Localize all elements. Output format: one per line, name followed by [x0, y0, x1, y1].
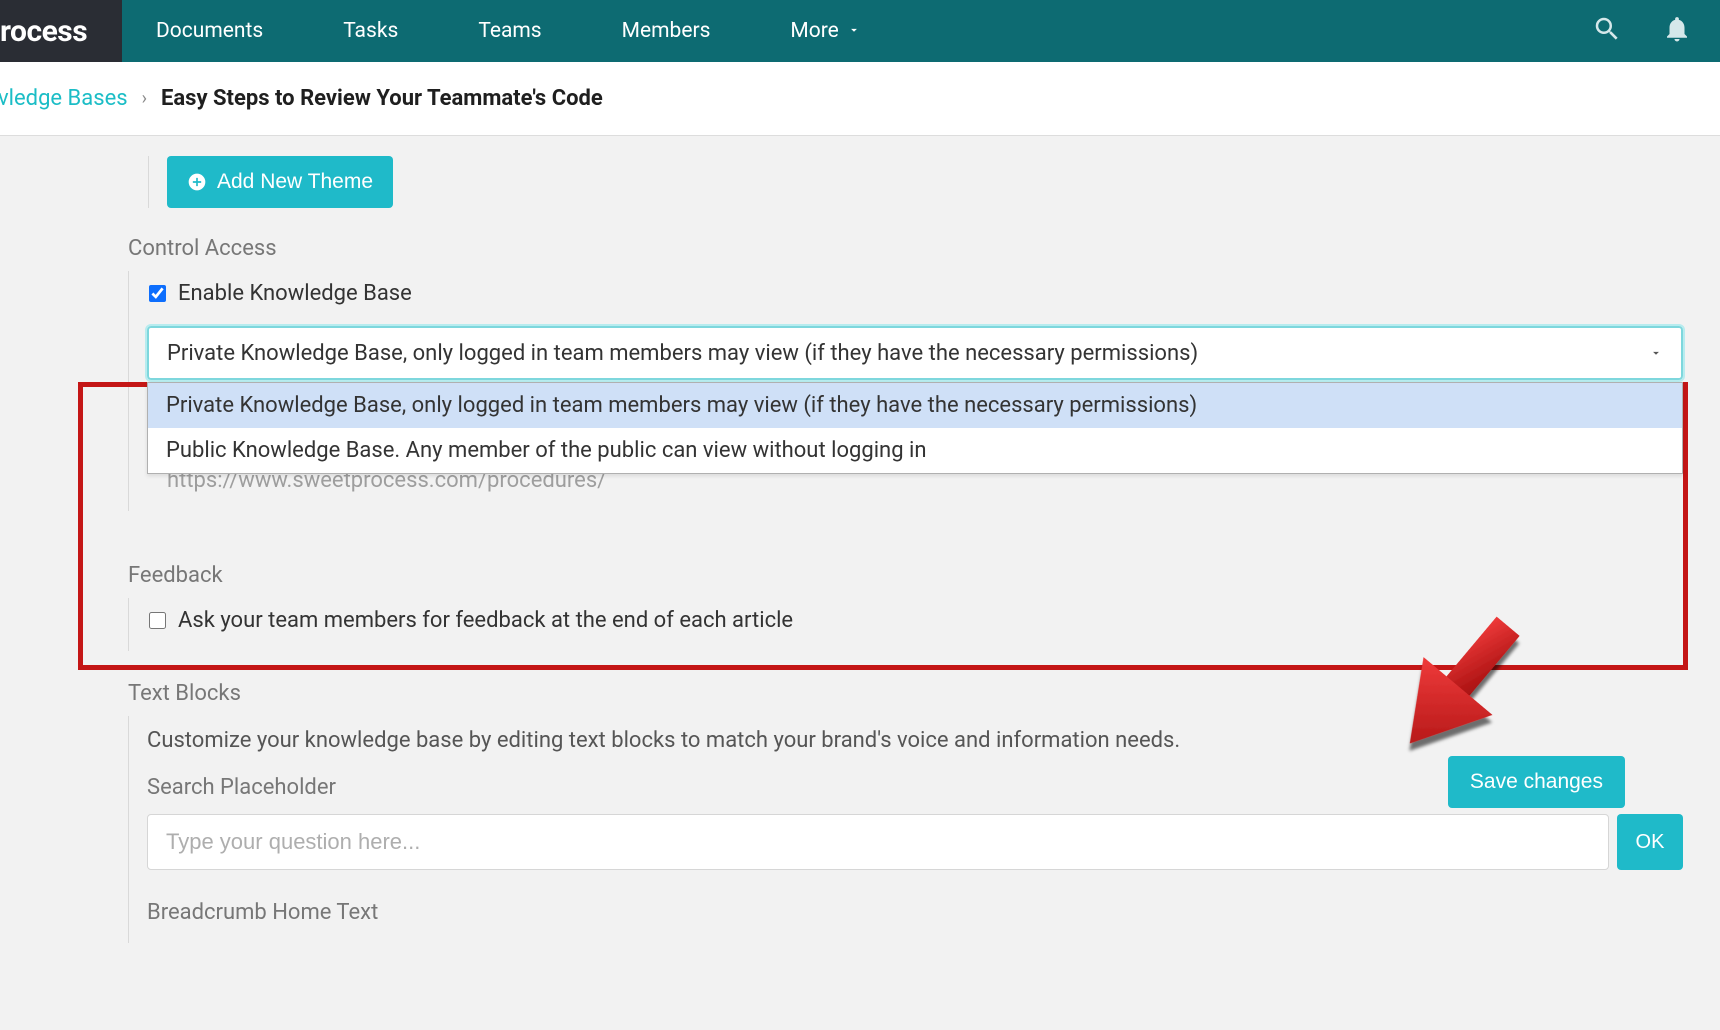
plus-circle-icon — [187, 172, 207, 192]
nav-items: Documents Tasks Teams Members More — [156, 19, 861, 43]
top-navigation: rocess Documents Tasks Teams Members Mor… — [0, 0, 1720, 62]
breadcrumb-current: Easy Steps to Review Your Teammate's Cod… — [161, 86, 603, 111]
feedback-section: Feedback Ask your team members for feedb… — [128, 563, 1683, 651]
chevron-down-icon — [847, 19, 861, 43]
control-access-title: Control Access — [128, 236, 1683, 261]
nav-label-documents: Documents — [156, 19, 263, 43]
text-blocks-section: Text Blocks Customize your knowledge bas… — [128, 681, 1683, 943]
feedback-checkbox[interactable] — [149, 612, 166, 629]
nav-item-documents[interactable]: Documents — [156, 19, 263, 43]
theme-block: Add New Theme — [148, 156, 1683, 208]
brand-text: rocess — [0, 14, 87, 49]
nav-label-teams: Teams — [478, 19, 541, 43]
breadcrumb-link[interactable]: vledge Bases — [0, 86, 128, 111]
search-placeholder-input[interactable] — [147, 814, 1609, 870]
search-placeholder-label: Search Placeholder — [147, 775, 1683, 800]
breadcrumb-home-label: Breadcrumb Home Text — [147, 900, 1683, 925]
search-icon[interactable] — [1592, 14, 1622, 48]
kb-visibility-select[interactable]: Private Knowledge Base, only logged in t… — [147, 326, 1683, 380]
feedback-body: Ask your team members for feedback at th… — [128, 598, 1683, 651]
nav-right — [1592, 14, 1720, 48]
chevron-down-icon — [1649, 341, 1663, 366]
nav-item-teams[interactable]: Teams — [478, 19, 541, 43]
kb-visibility-dropdown: Private Knowledge Base, only logged in t… — [147, 382, 1683, 474]
feedback-label: Ask your team members for feedback at th… — [178, 608, 793, 633]
nav-item-more[interactable]: More — [790, 19, 860, 43]
kb-visibility-selected: Private Knowledge Base, only logged in t… — [167, 341, 1198, 366]
nav-label-tasks: Tasks — [343, 19, 398, 43]
nav-label-members: Members — [622, 19, 711, 43]
bell-icon[interactable] — [1662, 14, 1692, 48]
nav-item-members[interactable]: Members — [622, 19, 711, 43]
kb-option-public[interactable]: Public Knowledge Base. Any member of the… — [148, 428, 1682, 473]
breadcrumb: vledge Bases › Easy Steps to Review Your… — [0, 62, 1720, 136]
text-blocks-desc: Customize your knowledge base by editing… — [147, 728, 1683, 753]
search-placeholder-ok-button[interactable]: OK — [1617, 814, 1683, 870]
page-body: Add New Theme Control Access Enable Know… — [0, 156, 1720, 943]
add-theme-label: Add New Theme — [217, 170, 373, 194]
add-new-theme-button[interactable]: Add New Theme — [167, 156, 393, 208]
nav-label-more: More — [790, 19, 838, 43]
kb-option-private[interactable]: Private Knowledge Base, only logged in t… — [148, 383, 1682, 428]
control-access-section: Control Access Enable Knowledge Base Pri… — [128, 236, 1683, 511]
breadcrumb-separator: › — [142, 88, 147, 109]
enable-kb-checkbox[interactable] — [149, 285, 166, 302]
brand-logo: rocess — [0, 0, 122, 62]
feedback-title: Feedback — [128, 563, 1683, 588]
text-blocks-body: Customize your knowledge base by editing… — [128, 716, 1683, 943]
text-blocks-title: Text Blocks — [128, 681, 1683, 706]
control-access-body: Enable Knowledge Base Private Knowledge … — [128, 271, 1683, 511]
nav-item-tasks[interactable]: Tasks — [343, 19, 398, 43]
enable-kb-label: Enable Knowledge Base — [178, 281, 412, 306]
